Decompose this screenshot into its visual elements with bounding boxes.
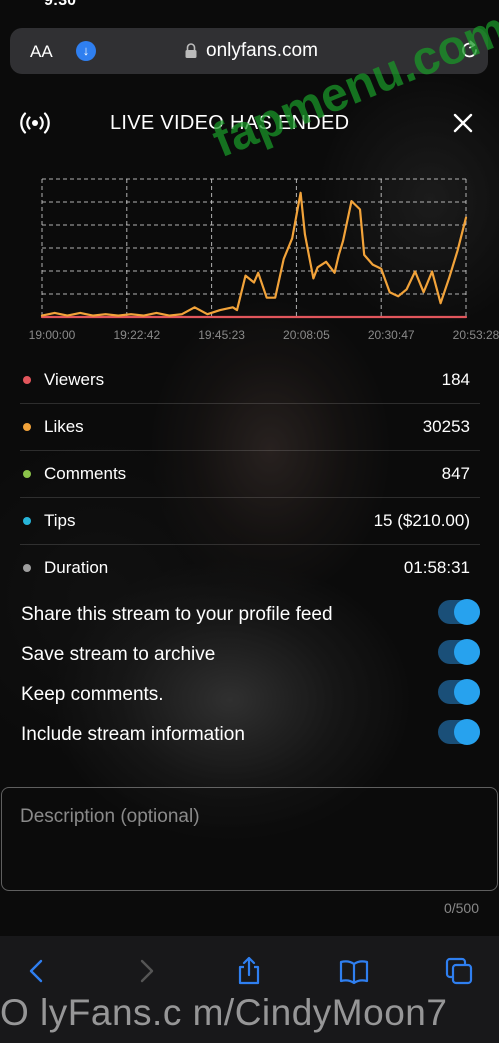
save-archive-toggle[interactable] <box>438 639 480 665</box>
text-size-button[interactable]: AA <box>30 42 53 62</box>
stat-label: Comments <box>44 464 127 483</box>
share-icon[interactable] <box>234 956 264 986</box>
lock-icon <box>185 43 197 58</box>
stream-stats-chart: 19:00:00 19:22:42 19:45:23 20:08:05 20:30:47… <box>29 178 499 342</box>
description-counter: 0/500 <box>443 900 479 916</box>
description-placeholder: Description (optional) <box>20 806 200 827</box>
toggle-knob <box>454 679 480 705</box>
back-icon[interactable] <box>22 956 52 986</box>
duration-dot <box>23 564 31 572</box>
stat-value: 30253 <box>422 417 470 436</box>
stats-list: Viewers 184 Likes 30253 Comments 847 Tip… <box>20 357 480 591</box>
toggle-label: Share this stream to your profile feed <box>21 604 333 625</box>
description-input[interactable] <box>1 787 498 891</box>
toggle-row-include-info: Include stream information <box>0 716 499 756</box>
stat-value: 847 <box>441 464 470 483</box>
stream-options: Share this stream to your profile feed S… <box>0 596 499 756</box>
stat-label: Viewers <box>44 370 105 389</box>
download-icon[interactable]: ↓ <box>76 41 96 61</box>
close-icon[interactable] <box>452 112 474 134</box>
stat-value: 01:58:31 <box>403 558 470 577</box>
forward-icon[interactable] <box>131 956 161 986</box>
share-feed-toggle[interactable] <box>438 599 480 625</box>
status-bar: 9:30 <box>0 0 499 12</box>
stat-row-viewers: Viewers 184 <box>20 357 480 404</box>
stat-label: Tips <box>44 511 76 530</box>
stat-row-duration: Duration 01:58:31 <box>20 545 480 591</box>
tips-dot <box>23 517 31 525</box>
include-info-toggle[interactable] <box>438 719 480 745</box>
likes-dot <box>23 423 31 431</box>
live-broadcast-icon <box>20 112 50 134</box>
toggle-label: Keep comments. <box>21 684 164 705</box>
toggle-knob <box>454 639 480 665</box>
toggle-row-keep-comments: Keep comments. <box>0 676 499 716</box>
screen: 9:30 AA ↓ onlyfans.com LIVE VIDEO HAS EN… <box>0 0 499 1043</box>
stat-label: Likes <box>44 417 84 436</box>
stat-value: 184 <box>441 370 470 389</box>
viewers-dot <box>23 376 31 384</box>
url-text[interactable]: onlyfans.com <box>206 40 318 62</box>
tabs-icon[interactable] <box>444 956 474 986</box>
toggle-label: Include stream information <box>21 724 245 745</box>
chart-x-tick-label: 19:22:42 <box>113 328 160 342</box>
stat-row-comments: Comments 847 <box>20 451 480 498</box>
toggle-row-share-feed: Share this stream to your profile feed <box>0 596 499 636</box>
keep-comments-toggle[interactable] <box>438 679 480 705</box>
toggle-knob <box>454 599 480 625</box>
toggle-row-save-archive: Save stream to archive <box>0 636 499 676</box>
toggle-label: Save stream to archive <box>21 644 216 665</box>
toggle-knob <box>454 719 480 745</box>
chart-x-tick-label: 19:45:23 <box>198 328 245 342</box>
chart-x-tick-label: 20:53:28 <box>453 328 499 342</box>
watermark-bottom: O lyFans.c m/CindyMoon7 <box>0 992 448 1033</box>
stat-row-tips: Tips 15 ($210.00) <box>20 498 480 545</box>
chart-x-tick-label: 20:30:47 <box>368 328 415 342</box>
stat-value: 15 ($210.00) <box>373 511 470 530</box>
comments-dot <box>23 470 31 478</box>
chart-series-line <box>40 191 468 317</box>
status-time: 9:30 <box>44 0 77 9</box>
chart-x-tick-label: 19:00:00 <box>29 328 76 342</box>
stat-label: Duration <box>44 558 109 577</box>
stat-row-likes: Likes 30253 <box>20 404 480 451</box>
bookmarks-icon[interactable] <box>339 956 369 986</box>
chart-x-tick-label: 20:08:05 <box>283 328 330 342</box>
